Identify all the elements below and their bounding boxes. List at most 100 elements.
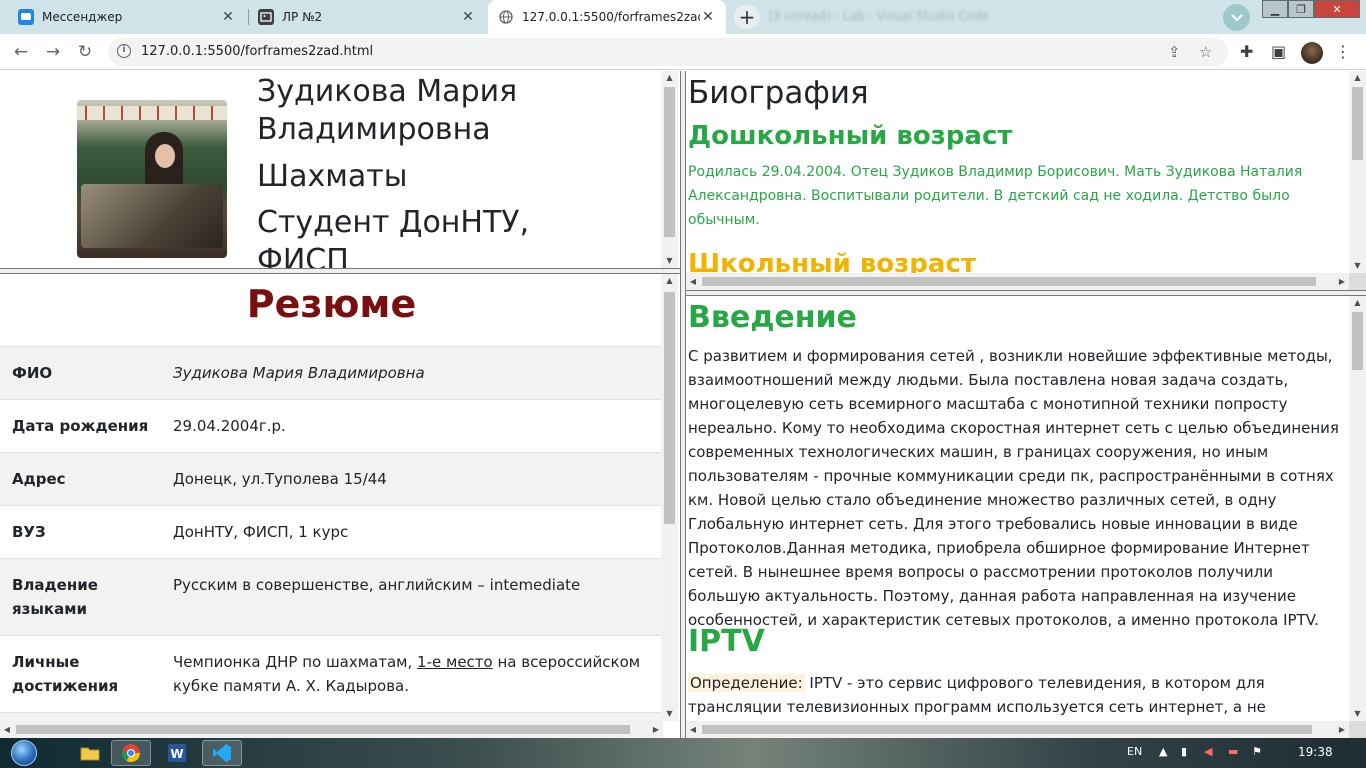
row-key: Адрес: [0, 452, 173, 506]
table-row: ФИО Зудикова Мария Владимировна: [0, 346, 663, 400]
resume-horizontal-scrollbar[interactable]: ◀ ▶: [0, 721, 663, 738]
windows-logo-icon: [11, 740, 37, 766]
globe-icon: [498, 9, 514, 25]
row-key: Личные достижения: [0, 635, 173, 713]
row-value: ДонНТУ, ФИСП, 1 курс: [173, 505, 663, 559]
new-tab-button[interactable]: +: [734, 5, 760, 29]
scroll-thumb[interactable]: [1352, 87, 1363, 160]
battery-icon[interactable]: ▬: [1228, 745, 1238, 758]
introduction-horizontal-scrollbar[interactable]: ◀ ▶: [686, 721, 1349, 738]
extensions-puzzle-icon[interactable]: ✚: [1240, 42, 1253, 61]
scroll-right-arrow[interactable]: ▶: [1335, 721, 1349, 738]
table-row: Дата рождения 29.04.2004г.р.: [0, 399, 663, 453]
close-icon[interactable]: ✕: [220, 9, 236, 25]
profile-hobby: Шахматы: [257, 159, 408, 194]
address-bar[interactable]: i 127.0.0.1:5500/forframes2zad.html ⇪ ☆: [108, 38, 1228, 66]
scroll-down-arrow[interactable]: ▼: [1349, 707, 1366, 721]
close-window-button[interactable]: ✕: [1314, 0, 1360, 18]
scroll-thumb[interactable]: [664, 87, 675, 237]
side-panel-icon[interactable]: ▣: [1271, 42, 1286, 61]
tab-messenger[interactable]: Мессенджер ✕: [8, 0, 246, 34]
language-indicator[interactable]: EN: [1127, 745, 1142, 758]
back-button[interactable]: ←: [9, 41, 33, 63]
preschool-text: Родилась 29.04.2004. Отец Зудиков Владим…: [688, 164, 1303, 228]
scroll-up-arrow[interactable]: ▲: [1349, 71, 1366, 85]
biography-horizontal-scrollbar[interactable]: ◀ ▶: [686, 273, 1349, 290]
scroll-up-arrow[interactable]: ▲: [1349, 296, 1366, 310]
close-icon[interactable]: ✕: [700, 9, 716, 25]
achievement-text: Чемпионка ДНР по шахматам,: [173, 653, 418, 671]
scroll-right-arrow[interactable]: ▶: [1335, 273, 1349, 290]
network-signal-icon[interactable]: ▮: [1181, 745, 1187, 758]
row-value: Зудикова Мария Владимировна: [173, 346, 663, 400]
scroll-thumb[interactable]: [702, 277, 1316, 286]
scroll-thumb[interactable]: [702, 725, 1312, 734]
taskbar-vscode[interactable]: [202, 740, 242, 766]
profile-photo: [77, 100, 227, 258]
tab-title: Мессенджер: [42, 10, 123, 24]
reload-button[interactable]: ↻: [73, 41, 97, 63]
profile-avatar[interactable]: [1301, 42, 1323, 64]
row-value: Чемпионка ДНР по шахматам, 1-е место на …: [173, 635, 663, 713]
profile-frame: Зудикова Мария Владимировна Шахматы Студ…: [0, 71, 680, 268]
scroll-left-arrow[interactable]: ◀: [686, 273, 700, 290]
tab-forframes[interactable]: 127.0.0.1:5500/forframes2zad.htm ✕: [488, 0, 726, 34]
introduction-vertical-scrollbar[interactable]: ▲ ▼: [1349, 296, 1366, 721]
start-button[interactable]: [4, 738, 44, 768]
row-key: Дата рождения: [0, 399, 173, 453]
windows-taskbar: W EN ▲ ▮ ◀ ▬ ⚑ 19:38: [0, 738, 1366, 768]
preschool-heading: Дошкольный возраст: [688, 121, 1013, 151]
forward-button[interactable]: →: [41, 41, 65, 63]
close-icon[interactable]: ✕: [460, 9, 476, 25]
scroll-thumb[interactable]: [16, 725, 630, 734]
resume-vertical-scrollbar[interactable]: ▲ ▼: [661, 274, 678, 721]
scroll-right-arrow[interactable]: ▶: [649, 721, 663, 738]
chevron-down-icon: [1230, 13, 1243, 21]
taskbar-word[interactable]: W: [157, 740, 197, 766]
scroll-down-arrow[interactable]: ▼: [661, 254, 678, 268]
profile-status: Студент ДонНТУ, ФИСП: [257, 205, 530, 268]
maximize-button[interactable]: ❐: [1288, 0, 1314, 18]
taskbar-explorer[interactable]: [70, 740, 110, 766]
photo-chess-board: [81, 184, 223, 248]
achievement-link[interactable]: 1-е место: [417, 653, 493, 671]
scrollbar-corner: [1349, 273, 1366, 290]
table-row: Адрес Донецк, ул.Туполева 15/44: [0, 452, 663, 506]
iptv-heading: IPTV: [688, 624, 765, 659]
share-icon[interactable]: ⇪: [1168, 43, 1181, 61]
show-hidden-icons[interactable]: ▲: [1159, 745, 1167, 758]
url-text[interactable]: 127.0.0.1:5500/forframes2zad.html: [141, 44, 373, 59]
minimize-button[interactable]: ▁: [1262, 0, 1288, 18]
messenger-icon: [18, 9, 34, 25]
tab-search-button[interactable]: [1223, 4, 1250, 31]
background-window-title: (3 unread) - Lab - Visual Studio Code: [768, 9, 990, 23]
tab-strip: Мессенджер ✕ ЛР №2 ✕ 127.0.0.1:5500/forf…: [0, 0, 1366, 34]
scroll-down-arrow[interactable]: ▼: [661, 707, 678, 721]
scroll-left-arrow[interactable]: ◀: [686, 721, 700, 738]
document-icon: [258, 9, 274, 25]
scroll-up-arrow[interactable]: ▲: [661, 274, 678, 288]
biography-frame: Биография Дошкольный возраст Родилась 29…: [686, 71, 1366, 290]
tab-lab2[interactable]: ЛР №2 ✕: [248, 0, 486, 34]
row-value: 29.04.2004г.р.: [173, 399, 663, 453]
clock[interactable]: 19:38: [1298, 745, 1333, 759]
biography-vertical-scrollbar[interactable]: ▲ ▼: [1349, 71, 1366, 273]
resume-frame: Резюме ФИО Зудикова Мария Владимировна Д…: [0, 274, 680, 738]
row-key: ФИО: [0, 346, 173, 400]
bookmark-star-icon[interactable]: ☆: [1199, 43, 1212, 61]
info-icon[interactable]: i: [117, 44, 131, 58]
browser-toolbar: ← → ↻ i 127.0.0.1:5500/forframes2zad.htm…: [0, 34, 1366, 70]
menu-kebab-icon[interactable]: ⋮: [1335, 42, 1351, 61]
scroll-thumb[interactable]: [664, 292, 675, 524]
scroll-up-arrow[interactable]: ▲: [661, 71, 678, 85]
row-key: Владение языками: [0, 558, 173, 636]
volume-muted-icon[interactable]: ◀: [1204, 745, 1212, 758]
scroll-left-arrow[interactable]: ◀: [0, 721, 14, 738]
taskbar-chrome[interactable]: [111, 740, 151, 766]
action-center-flag-icon[interactable]: ⚑: [1252, 745, 1262, 758]
scroll-down-arrow[interactable]: ▼: [1349, 259, 1366, 273]
scroll-thumb[interactable]: [1352, 312, 1363, 370]
profile-vertical-scrollbar[interactable]: ▲ ▼: [661, 71, 678, 268]
chrome-icon: [121, 744, 140, 763]
scrollbar-corner: [1349, 721, 1366, 738]
